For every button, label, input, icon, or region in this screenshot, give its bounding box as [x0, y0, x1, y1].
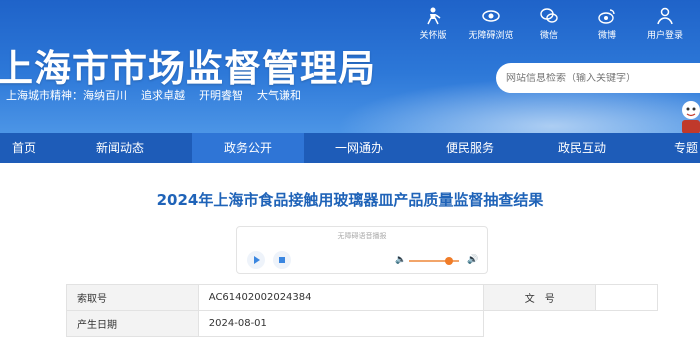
- search-input[interactable]: [506, 72, 686, 84]
- nav-item-topics[interactable]: 专题: [638, 133, 700, 163]
- nav-item-news[interactable]: 新闻动态: [48, 133, 192, 163]
- weibo-label: 微博: [597, 31, 616, 41]
- user-icon: [636, 6, 694, 28]
- accessibility-label: 无障碍浏览: [468, 31, 514, 41]
- header-toolbar: 关怀版 无障碍浏览 微信 微博 用户登录: [404, 6, 694, 41]
- index-number-label: 索取号: [66, 284, 199, 311]
- weibo-button[interactable]: 微博: [578, 6, 636, 41]
- date-label: 产生日期: [66, 310, 199, 337]
- stop-button[interactable]: [273, 251, 291, 269]
- city-spirit-slogan: 上海城市精神：海纳百川 追求卓越 开明睿智 大气谦和: [6, 87, 315, 103]
- document-number-value: [595, 284, 658, 311]
- elderly-care-icon: [404, 6, 462, 28]
- city-spirit-item: 追求卓越: [141, 89, 185, 102]
- city-spirit-item: 开明睿智: [199, 89, 243, 102]
- volume-slider-handle[interactable]: [445, 257, 453, 265]
- voice-player: 无障碍语音播报 🔈 🔊: [236, 226, 488, 274]
- care-version-button[interactable]: 关怀版: [404, 6, 462, 41]
- nav-item-online-services[interactable]: 一网通办: [304, 133, 414, 163]
- wechat-button[interactable]: 微信: [520, 6, 578, 41]
- city-spirit-label: 上海城市精神：: [6, 89, 83, 102]
- table-row: 产生日期 2024-08-01: [66, 310, 658, 337]
- document-meta-table: 索取号 AC61402002024384 文 号 产生日期 2024-08-01: [66, 284, 658, 337]
- empty-cell: [596, 311, 658, 337]
- nav-item-public-services[interactable]: 便民服务: [414, 133, 526, 163]
- site-search-box[interactable]: [496, 63, 700, 93]
- volume-high-icon: 🔊: [467, 255, 479, 265]
- eye-icon: [462, 6, 520, 28]
- index-number-value: AC61402002024384: [197, 284, 485, 311]
- article-title: 2024年上海市食品接触用玻璃器皿产品质量监督抽查结果: [156, 191, 544, 209]
- wechat-label: 微信: [539, 31, 558, 41]
- site-title[interactable]: 上海市市场监督管理局: [0, 38, 376, 92]
- date-value: 2024-08-01: [197, 310, 485, 337]
- wechat-icon: [520, 6, 578, 28]
- city-spirit-item: 大气谦和: [257, 89, 301, 102]
- care-version-label: 关怀版: [419, 31, 447, 41]
- site-header: 上海市市场监督管理局 上海城市精神：海纳百川 追求卓越 开明睿智 大气谦和 关怀版 无…: [0, 0, 700, 133]
- weibo-icon: [578, 6, 636, 28]
- play-button[interactable]: [247, 251, 265, 269]
- city-spirit-item: 海纳百川: [83, 89, 127, 102]
- nav-item-home[interactable]: 首页: [0, 133, 48, 163]
- user-login-label: 用户登录: [646, 31, 683, 41]
- main-nav: 首页 新闻动态 政务公开 一网通办 便民服务 政民互动 专题: [0, 133, 700, 163]
- voice-player-label: 无障碍语音播报: [337, 232, 387, 240]
- table-row: 索取号 AC61402002024384 文 号: [66, 284, 658, 311]
- accessibility-button[interactable]: 无障碍浏览: [462, 6, 520, 41]
- user-login-button[interactable]: 用户登录: [636, 6, 694, 41]
- nav-item-government-affairs[interactable]: 政务公开: [192, 133, 304, 163]
- empty-cell: [484, 311, 596, 337]
- document-number-label: 文 号: [483, 284, 597, 311]
- volume-low-icon: 🔈: [395, 255, 407, 265]
- nav-item-interaction[interactable]: 政民互动: [526, 133, 638, 163]
